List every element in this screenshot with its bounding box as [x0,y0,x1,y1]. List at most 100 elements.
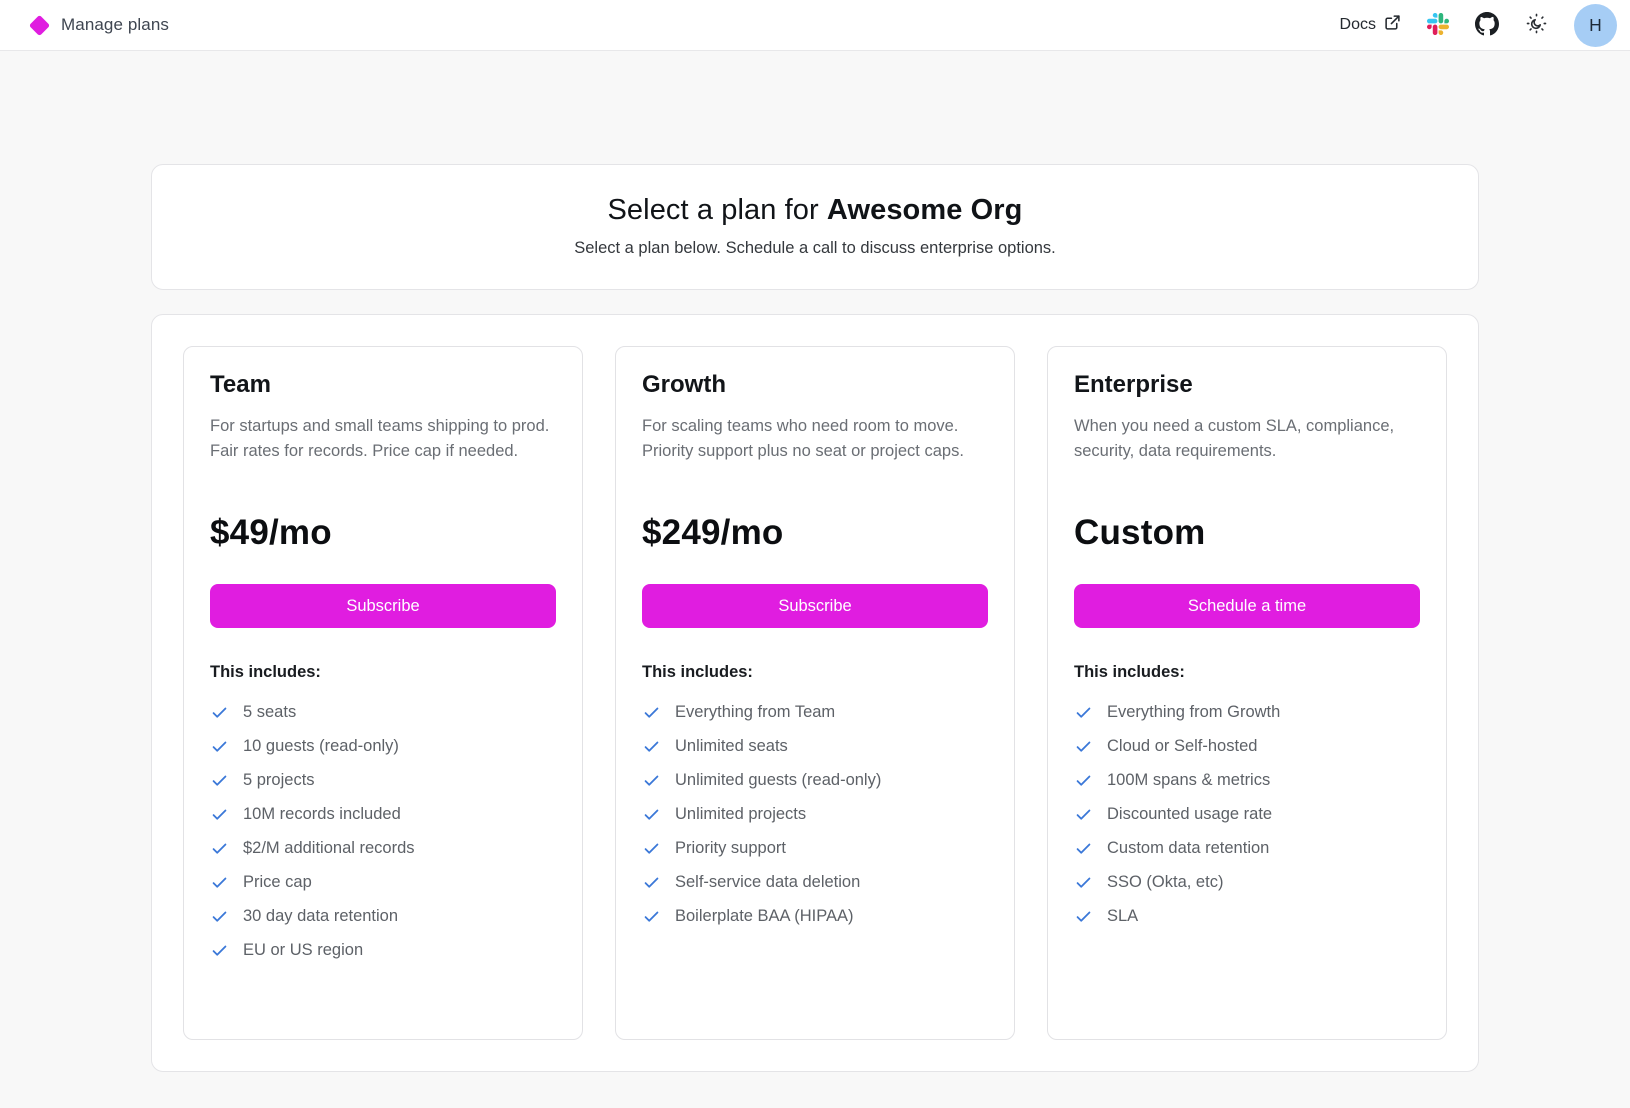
plan-price: $49/mo [210,513,556,553]
feature-item: Discounted usage rate [1074,797,1420,831]
check-icon [1074,873,1093,892]
feature-item: Unlimited seats [642,729,988,763]
check-icon [210,771,229,790]
slack-icon [1427,13,1449,38]
feature-label: Custom data retention [1107,839,1269,858]
feature-item: Cloud or Self-hosted [1074,729,1420,763]
feature-label: 30 day data retention [243,907,398,926]
top-navbar: Manage plans Docs [0,0,1630,51]
feature-label: Discounted usage rate [1107,805,1272,824]
github-icon [1475,12,1499,39]
check-icon [1074,703,1093,722]
plan-description: For startups and small teams shipping to… [210,414,556,490]
docs-link-label: Docs [1340,16,1376,34]
navbar-right: Docs [1340,4,1617,47]
feature-label: Boilerplate BAA (HIPAA) [675,907,854,926]
page-title: Manage plans [61,15,169,35]
feature-label: EU or US region [243,941,363,960]
feature-item: 10M records included [210,797,556,831]
feature-label: Everything from Growth [1107,703,1280,722]
plan-card-enterprise: Enterprise When you need a custom SLA, c… [1047,346,1447,1040]
feature-item: Everything from Team [642,695,988,729]
check-icon [642,737,661,756]
check-icon [1074,737,1093,756]
feature-label: Cloud or Self-hosted [1107,737,1257,756]
feature-label: SSO (Okta, etc) [1107,873,1223,892]
feature-item: Priority support [642,831,988,865]
check-icon [210,703,229,722]
feature-item: Price cap [210,865,556,899]
plan-intro-card: Select a plan for Awesome Org Select a p… [151,164,1479,290]
plan-card-growth: Growth For scaling teams who need room t… [615,346,1015,1040]
feature-list: Everything from Growth Cloud or Self-host… [1074,695,1420,933]
diamond-logo-icon [29,14,50,35]
feature-item: Custom data retention [1074,831,1420,865]
plan-description: When you need a custom SLA, compliance, … [1074,414,1420,490]
feature-label: Priority support [675,839,786,858]
org-name: Awesome Org [827,194,1023,226]
check-icon [642,839,661,858]
external-link-icon [1384,14,1401,36]
check-icon [210,907,229,926]
feature-item: EU or US region [210,933,556,967]
feature-list: Everything from Team Unlimited seats Unlim… [642,695,988,933]
plan-name: Team [210,371,556,399]
check-icon [1074,771,1093,790]
feature-label: 10 guests (read-only) [243,737,399,756]
feature-label: 5 projects [243,771,315,790]
check-icon [1074,907,1093,926]
includes-label: This includes: [1074,663,1420,682]
plan-description: For scaling teams who need room to move.… [642,414,988,490]
plan-price: $249/mo [642,513,988,553]
feature-item: 30 day data retention [210,899,556,933]
feature-item: Boilerplate BAA (HIPAA) [642,899,988,933]
main-content: Select a plan for Awesome Org Select a p… [151,164,1479,1072]
feature-label: 5 seats [243,703,296,722]
slack-button[interactable] [1427,13,1449,38]
docs-link[interactable]: Docs [1340,14,1401,36]
feature-label: Unlimited guests (read-only) [675,771,881,790]
feature-item: SLA [1074,899,1420,933]
check-icon [1074,839,1093,858]
intro-subtitle: Select a plan below. Schedule a call to … [192,239,1438,258]
feature-item: Unlimited guests (read-only) [642,763,988,797]
feature-item: 10 guests (read-only) [210,729,556,763]
check-icon [642,873,661,892]
plan-price: Custom [1074,513,1420,553]
check-icon [642,703,661,722]
feature-item: Everything from Growth [1074,695,1420,729]
feature-label: Unlimited projects [675,805,806,824]
plan-card-team: Team For startups and small teams shippi… [183,346,583,1040]
check-icon [642,907,661,926]
check-icon [210,839,229,858]
sun-moon-theme-icon [1525,12,1548,38]
includes-label: This includes: [210,663,556,682]
feature-label: Self-service data deletion [675,873,860,892]
check-icon [210,805,229,824]
user-avatar[interactable]: H [1574,4,1617,47]
subscribe-team-button[interactable]: Subscribe [210,584,556,628]
feature-label: Everything from Team [675,703,835,722]
feature-item: SSO (Okta, etc) [1074,865,1420,899]
feature-label: Price cap [243,873,312,892]
check-icon [1074,805,1093,824]
schedule-a-time-button[interactable]: Schedule a time [1074,584,1420,628]
plan-name: Growth [642,371,988,399]
plan-name: Enterprise [1074,371,1420,399]
navbar-left: Manage plans [30,15,169,35]
feature-item: Unlimited projects [642,797,988,831]
check-icon [210,737,229,756]
feature-label: 10M records included [243,805,401,824]
check-icon [210,873,229,892]
feature-item: Self-service data deletion [642,865,988,899]
feature-label: SLA [1107,907,1138,926]
github-button[interactable] [1475,12,1499,39]
intro-title-prefix: Select a plan for [607,194,826,226]
feature-item: $2/M additional records [210,831,556,865]
subscribe-growth-button[interactable]: Subscribe [642,584,988,628]
feature-label: 100M spans & metrics [1107,771,1270,790]
feature-list: 5 seats 10 guests (read-only) 5 projects 10… [210,695,556,967]
feature-label: $2/M additional records [243,839,415,858]
plans-container: Team For startups and small teams shippi… [151,314,1479,1072]
theme-toggle-button[interactable] [1525,12,1548,38]
